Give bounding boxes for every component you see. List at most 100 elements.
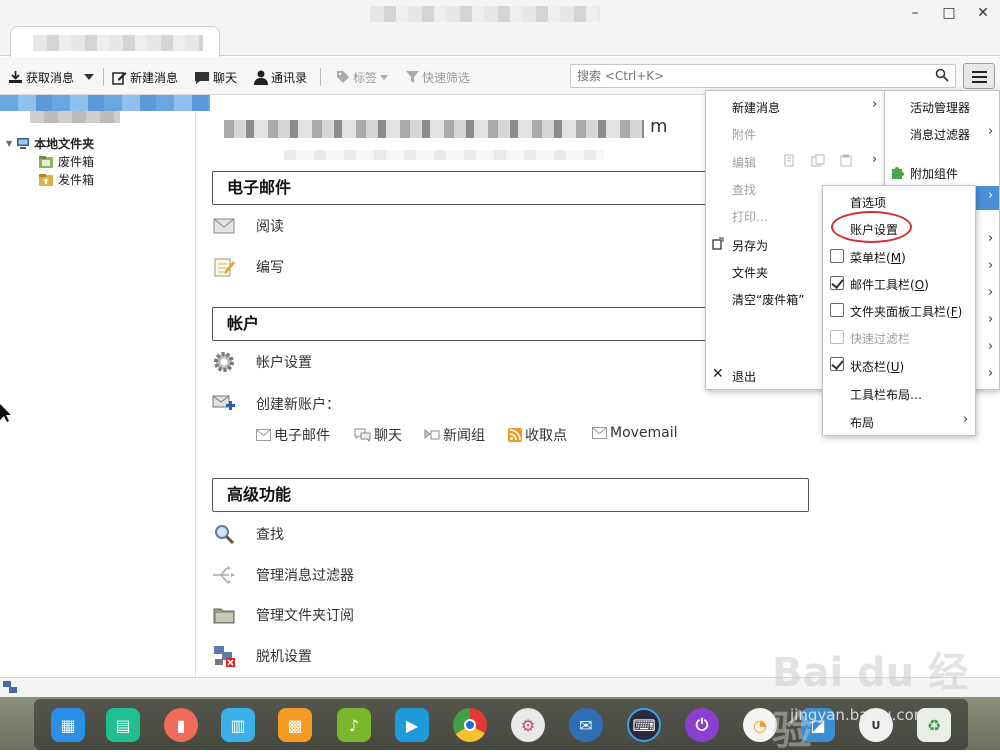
menu-folder-pane-toolbar[interactable]: 文件夹面板工具栏(F)	[850, 303, 962, 320]
trash-folder-icon	[39, 155, 53, 168]
outbox-folder-icon	[39, 173, 53, 186]
get-messages-button[interactable]: 获取消息	[8, 67, 74, 87]
compose-link[interactable]: 编写	[212, 255, 284, 279]
offline-settings-link[interactable]: 脱机设置	[212, 644, 312, 668]
menu-preferences[interactable]: 首选项	[850, 194, 886, 211]
hamburger-icon	[972, 71, 987, 73]
tag-button[interactable]: 标签	[336, 67, 389, 87]
get-messages-dropdown[interactable]	[84, 67, 94, 87]
baidu-watermark-url: jingyan.baidu.com	[790, 706, 929, 724]
menu-folder[interactable]: 文件夹	[732, 264, 768, 281]
menu-activity-manager[interactable]: 活动管理器	[910, 99, 970, 116]
tag-icon	[337, 71, 349, 83]
chevron-right-icon: ›	[988, 285, 994, 300]
terminal-icon[interactable]: ▤	[106, 708, 140, 742]
manage-subscriptions-label: 管理文件夹订阅	[256, 608, 354, 624]
settings-gear-icon[interactable]: ⚙	[511, 708, 545, 742]
local-folders-label: 本地文件夹	[34, 137, 95, 151]
create-movemail-account-link[interactable]: Movemail	[592, 425, 678, 441]
create-account-row: 创建新账户：	[212, 392, 340, 416]
menubar-accesskey: M	[890, 251, 902, 265]
close-button[interactable]: ✕	[970, 2, 996, 24]
address-book-button[interactable]: 通讯录	[254, 67, 307, 87]
app-store-icon[interactable]: ▩	[278, 708, 312, 742]
contact-icon	[254, 70, 268, 85]
tab-main[interactable]	[10, 26, 220, 57]
app-menu-button[interactable]	[963, 63, 995, 89]
menu-layout[interactable]: 布局	[850, 414, 874, 431]
movie-player-icon[interactable]: ▶	[395, 708, 429, 742]
chevron-right-icon: ›	[988, 312, 994, 327]
toolbar-divider	[103, 68, 104, 86]
sidebar-item-trash[interactable]: 废件箱	[38, 153, 94, 170]
menu-toolbar-layout[interactable]: 工具栏布局…	[850, 386, 922, 403]
manage-filters-label: 管理消息过滤器	[256, 568, 354, 584]
mail-toolbar-checkbox[interactable]	[830, 276, 844, 290]
envelope-icon	[256, 429, 271, 441]
menu-find[interactable]: 查找	[732, 181, 756, 198]
local-folders-node[interactable]: ▼ 本地文件夹	[6, 135, 94, 152]
search-messages-link[interactable]: 查找	[212, 522, 284, 546]
menu-statusbar[interactable]: 状态栏(U)	[850, 358, 904, 375]
folder-toolbar-checkbox[interactable]	[830, 303, 844, 317]
menu-quick-filter-bar[interactable]: 快速过滤栏	[850, 330, 910, 347]
file-manager-icon[interactable]: ▥	[221, 708, 255, 742]
chevron-right-icon: ›	[988, 188, 994, 203]
new-message-button[interactable]: 新建消息	[112, 67, 178, 87]
menu-new-message[interactable]: 新建消息	[732, 99, 780, 116]
search-box[interactable]	[570, 64, 956, 88]
notepad-pencil-icon	[212, 255, 236, 279]
quick-filter-bar-checkbox[interactable]	[830, 330, 844, 344]
caret-down-icon	[84, 74, 94, 80]
power-icon[interactable]: ⏻	[685, 708, 719, 742]
menu-menubar[interactable]: 菜单栏(M)	[850, 249, 906, 266]
quick-filter-label: 快速筛选	[422, 70, 471, 85]
input-method-icon[interactable]: ⌨	[627, 708, 661, 742]
video-app-icon[interactable]: ▮	[164, 708, 198, 742]
music-player-icon[interactable]: ♪	[337, 708, 371, 742]
menu-save-as[interactable]: 另存为	[732, 237, 768, 254]
toolbar-divider	[320, 68, 321, 86]
menu-print[interactable]: 打印…	[732, 208, 768, 225]
menu-message-filters[interactable]: 消息过滤器	[910, 126, 970, 143]
menu-quit[interactable]: 退出	[732, 368, 756, 385]
manage-filters-link[interactable]: 管理消息过滤器	[212, 563, 354, 587]
account-settings-link[interactable]: 帐户设置	[212, 350, 312, 374]
pencil-icon	[112, 71, 127, 85]
mail-toolbar-label: 邮件工具栏	[850, 278, 911, 292]
quick-filter-button[interactable]: 快速筛选	[406, 67, 470, 87]
create-feed-account-link[interactable]: 收取点	[508, 425, 567, 445]
menu-mail-toolbar[interactable]: 邮件工具栏(O)	[850, 276, 929, 293]
menu-addons[interactable]: 附加组件	[910, 165, 958, 182]
menubar-checkbox[interactable]	[830, 249, 844, 263]
chevron-right-icon: ›	[988, 124, 994, 139]
chat-button[interactable]: 聊天	[194, 67, 237, 87]
chevron-right-icon: ›	[963, 412, 969, 427]
highlight-ring	[831, 211, 912, 243]
search-input[interactable]	[571, 65, 921, 87]
hamburger-icon	[972, 81, 987, 83]
launcher-icon[interactable]: ▦	[51, 708, 85, 742]
chrome-browser-icon[interactable]	[453, 708, 487, 742]
minimize-button[interactable]: –	[902, 2, 928, 24]
maximize-button[interactable]: □	[936, 2, 962, 24]
thunderbird-icon[interactable]: ✉	[569, 708, 603, 742]
create-newsgroup-account-link[interactable]: 新闻组	[423, 425, 485, 445]
create-chat-account-link[interactable]: 聊天	[354, 425, 402, 445]
folder-pane: ▼ 本地文件夹 废件箱 发件箱	[0, 95, 210, 677]
create-email-account-link[interactable]: 电子邮件	[256, 425, 330, 445]
puzzle-piece-icon	[892, 167, 904, 179]
expand-triangle-icon[interactable]: ▼	[6, 139, 12, 148]
read-messages-link[interactable]: 阅读	[212, 214, 284, 238]
menu-empty-trash[interactable]: 清空“废件箱”	[732, 291, 804, 308]
menu-edit[interactable]: 编辑	[732, 154, 756, 171]
manage-subscriptions-link[interactable]: 管理文件夹订阅	[212, 603, 354, 627]
statusbar-checkbox[interactable]	[830, 357, 844, 371]
blurred-account-row[interactable]	[0, 95, 210, 111]
chat-bubbles-icon	[354, 428, 371, 442]
rss-icon	[508, 428, 522, 442]
sidebar-item-outbox[interactable]: 发件箱	[38, 171, 94, 188]
blurred-inbox-row[interactable]	[30, 111, 120, 123]
menu-attachment[interactable]: 附件	[732, 126, 756, 143]
online-status-icon[interactable]	[3, 681, 17, 694]
